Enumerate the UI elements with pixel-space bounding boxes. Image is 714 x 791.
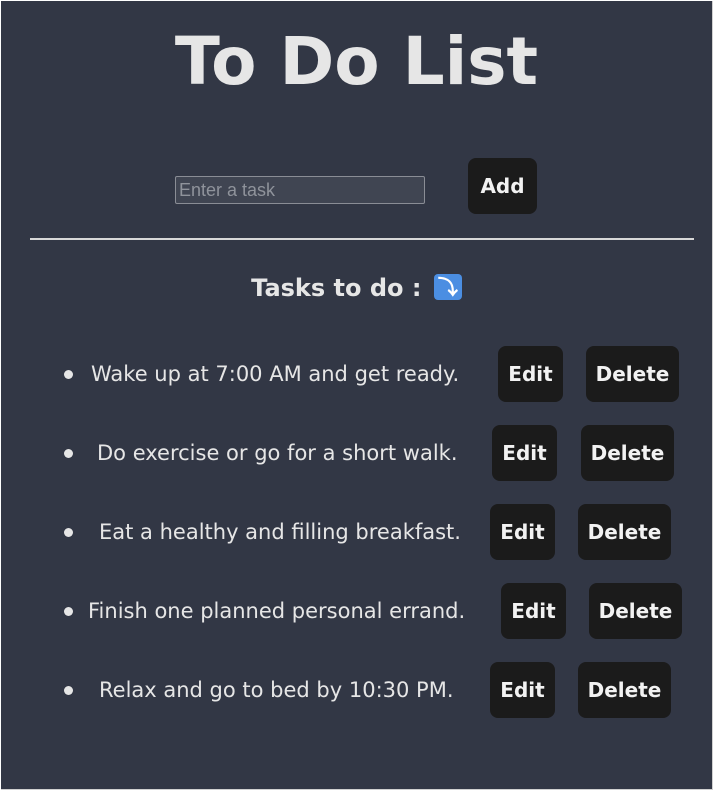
task-item: Finish one planned personal errand. Edit… — [1, 583, 712, 639]
delete-button[interactable]: Delete — [589, 583, 682, 639]
task-text: Finish one planned personal errand. — [88, 599, 466, 623]
delete-button[interactable]: Delete — [581, 425, 674, 481]
edit-button[interactable]: Edit — [501, 583, 566, 639]
edit-button[interactable]: Edit — [498, 346, 563, 402]
edit-button[interactable]: Edit — [490, 662, 555, 718]
task-input[interactable] — [175, 176, 425, 204]
edit-button[interactable]: Edit — [490, 504, 555, 560]
divider — [30, 238, 694, 240]
task-text: Eat a healthy and filling breakfast. — [99, 520, 461, 544]
bullet-icon — [64, 528, 73, 537]
tasks-heading-text: Tasks to do : — [251, 274, 422, 302]
delete-button[interactable]: Delete — [578, 504, 671, 560]
task-item: Do exercise or go for a short walk. Edit… — [1, 425, 712, 481]
delete-button[interactable]: Delete — [586, 346, 679, 402]
delete-button[interactable]: Delete — [578, 662, 671, 718]
task-text: Wake up at 7:00 AM and get ready. — [91, 362, 460, 386]
task-item: Eat a healthy and filling breakfast. Edi… — [1, 504, 712, 560]
bullet-icon — [64, 686, 73, 695]
task-text: Do exercise or go for a short walk. — [97, 441, 458, 465]
edit-button[interactable]: Edit — [492, 425, 557, 481]
tasks-heading: Tasks to do : ⤵ — [1, 271, 712, 305]
task-item: Relax and go to bed by 10:30 PM. Edit De… — [1, 662, 712, 718]
add-button[interactable]: Add — [468, 158, 537, 214]
task-text: Relax and go to bed by 10:30 PM. — [99, 678, 454, 702]
bullet-icon — [64, 370, 73, 379]
todo-app: To Do List Add Tasks to do : ⤵ Wake up a… — [1, 1, 713, 790]
arrow-down-right-icon: ⤵ — [433, 274, 462, 300]
bullet-icon — [64, 449, 73, 458]
task-item: Wake up at 7:00 AM and get ready. Edit D… — [1, 346, 712, 402]
page-title: To Do List — [174, 23, 539, 100]
bullet-icon — [64, 607, 73, 616]
